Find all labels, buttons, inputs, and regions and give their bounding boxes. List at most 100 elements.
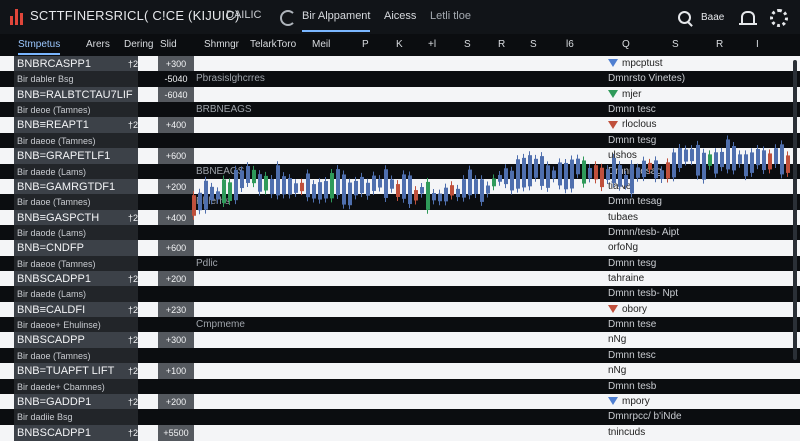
column-header-cell[interactable]: P	[362, 39, 369, 50]
note-text: mjer	[622, 88, 642, 100]
symbol-cell[interactable]: BNB≡GASPCTH	[14, 209, 138, 226]
symbol-cell[interactable]: Bir daeoe (Tamnes)	[14, 255, 138, 272]
column-header-cell[interactable]: Shmngr	[204, 39, 239, 50]
note-cell: nNg	[608, 332, 768, 348]
symbol-cell[interactable]: Bir daoe (Tamnes)	[14, 194, 138, 211]
symbol-cell[interactable]: BNB=RALBTCTAU7LIF	[14, 86, 138, 103]
note-text: Dmnn tesag	[608, 196, 662, 208]
column-header-cell[interactable]: K	[396, 39, 403, 50]
column-header-cell[interactable]: +l	[428, 39, 436, 50]
note-text: tubaes	[608, 211, 639, 223]
table-row[interactable]: BNB=CNDFP +600 orfoNg	[0, 240, 800, 257]
symbol-cell[interactable]: Bir dabler Bsg	[14, 71, 138, 88]
symbol-cell[interactable]: BNBSCADPP1	[14, 424, 138, 441]
table-row[interactable]: BNB=RALBTCTAU7LIF -6040 mjer	[0, 86, 800, 103]
symbol-cell[interactable]: BNBSCADPP1	[14, 271, 138, 288]
bell-icon[interactable]	[739, 11, 757, 25]
change-cell: +200	[158, 178, 194, 195]
table-row[interactable]: BNB=GADDP1 †2 +200 mpory	[0, 393, 800, 410]
column-header-cell[interactable]: TelarkToro	[250, 39, 296, 50]
note-cell: mpcptust	[608, 56, 768, 72]
search-icon[interactable]	[678, 11, 691, 24]
chart-annotation: Pbrasislghcrres	[196, 73, 265, 85]
column-header-cell[interactable]: Meil	[312, 39, 330, 50]
column-header-cell[interactable]: I	[756, 39, 759, 50]
table-subrow[interactable]: Bir daeoe (Tamnes) Dmnn tesg	[0, 132, 800, 149]
symbol-cell[interactable]: BNB=TUAPFT LIFT	[14, 363, 138, 380]
tab-aicess[interactable]: Aicess	[384, 10, 416, 22]
table-subrow[interactable]: Bir daede+ Cbamnes) Dmnn tesb	[0, 378, 800, 395]
note-text: tiaNe	[608, 180, 632, 192]
column-header-cell[interactable]: R	[716, 39, 723, 50]
symbol-cell[interactable]: BNB=GRAPETLF1	[14, 148, 138, 165]
note-cell: orfoNg	[608, 240, 768, 256]
column-header-cell[interactable]: Q	[622, 39, 630, 50]
table-subrow[interactable]: Bir daede (Lams) Dmnn tesb- Npt	[0, 286, 800, 303]
symbol-cell[interactable]: BNB=CNDFP	[14, 240, 138, 257]
triangle-marker-icon	[608, 120, 618, 129]
symbol-cell[interactable]: BNB≡CALDFI	[14, 301, 138, 318]
refresh-icon[interactable]	[280, 10, 296, 26]
table-row[interactable]: BNB≡GASPCTH †2 +400 tubaes	[0, 209, 800, 226]
tab-alppament[interactable]: Bir Alppament	[302, 10, 371, 32]
note-text: Dmnn/tesb- Aipt	[608, 226, 680, 238]
triangle-marker-icon	[608, 305, 618, 314]
symbol-cell[interactable]: BNBSCADPP	[14, 332, 138, 349]
column-header-cell[interactable]: Dering	[124, 39, 153, 50]
table-subrow[interactable]: Bir daoe (Tamnes) Phlerhs Dmnn tesag	[0, 194, 800, 211]
table-row[interactable]: BNB=GRAPETLF1 +600 ulshos	[0, 148, 800, 165]
change-cell: +100	[158, 363, 194, 380]
table-row[interactable]: BNB=TUAPFT LIFT †2 +100 nNg	[0, 363, 800, 380]
column-header-cell[interactable]: l6	[566, 39, 574, 50]
column-header-cell[interactable]: Slid	[160, 39, 177, 50]
table-row[interactable]: BNB=GAMRGTDF1 +200 tiaNe	[0, 178, 800, 195]
column-header-cell[interactable]: Stmpetus	[18, 39, 61, 55]
table-subrow[interactable]: Bir daede (Lams) BBNEAGS Dmnn tesag	[0, 163, 800, 180]
symbol-cell[interactable]: BNB≡REAPT1	[14, 117, 138, 134]
change-cell: +230	[158, 301, 194, 318]
gear-icon[interactable]	[770, 9, 788, 27]
column-header-cell[interactable]: S	[464, 39, 471, 50]
symbol-cell[interactable]: Bir daeoe (Tamnes)	[14, 132, 138, 149]
symbol-cell[interactable]: Bir daede (Lams)	[14, 163, 138, 180]
table-row[interactable]: BNBSCADPP1 †2 +5500 tnincuds	[0, 424, 800, 441]
table-subrow[interactable]: Bir dadiie Bsg Dmnrpcc/ b'iNde	[0, 409, 800, 426]
note-cell: Dmnrpcc/ b'iNde	[608, 409, 768, 425]
symbol-cell[interactable]: Bir daode (Lams)	[14, 224, 138, 241]
change-cell: +600	[158, 148, 194, 165]
note-text: Dmnn tese	[608, 319, 657, 331]
table-row[interactable]: BNB≡CALDFI †2 +230 obory	[0, 301, 800, 318]
table-row[interactable]: BNBSCADPP1 †2 +200 tahraine	[0, 271, 800, 288]
symbol-cell[interactable]: Bir dadiie Bsg	[14, 409, 138, 426]
vertical-scrollbar[interactable]	[793, 60, 797, 360]
table-subrow[interactable]: Bir daeoe+ Ehulinse) Cmpmeme Dmnn tese	[0, 317, 800, 334]
column-header-cell[interactable]: S	[530, 39, 537, 50]
tab-letli-tloe[interactable]: Letli tloe	[430, 10, 471, 22]
note-cell: Dmnn tesg	[608, 133, 768, 149]
note-text: orfoNg	[608, 242, 639, 254]
change-cell: +600	[158, 240, 194, 257]
symbol-cell[interactable]: BNB=GADDP1	[14, 393, 138, 410]
symbol-cell[interactable]: Bir daede+ Cbamnes)	[14, 378, 138, 395]
note-text: Dmnn tesag	[608, 165, 662, 177]
table-subrow[interactable]: Bir daeoe (Tamnes) Pdlic Dmnn tesg	[0, 255, 800, 272]
table-subrow[interactable]: Bir dabler Bsg -5040 Pbrasislghcrres Dmnrst…	[0, 71, 800, 88]
symbol-cell[interactable]: BNB=GAMRGTDF1	[14, 178, 138, 195]
symbol-cell[interactable]: Bir daeoe+ Ehulinse)	[14, 317, 138, 334]
note-cell: tahraine	[608, 271, 768, 287]
base-button[interactable]: Baae	[695, 9, 730, 27]
symbol-cell[interactable]: BNBRCASPP1	[14, 56, 138, 72]
symbol-cell[interactable]: Bir daoe (Tamnes)	[14, 347, 138, 364]
symbol-cell[interactable]: Bir deoe (Tamnes)	[14, 102, 138, 119]
table-subrow[interactable]: Bir daoe (Tamnes) Dmnn tesc	[0, 347, 800, 364]
table-row[interactable]: BNB≡REAPT1 †2 +400 rloclous	[0, 117, 800, 134]
column-header-cell[interactable]: R	[498, 39, 505, 50]
note-text: Dmnn tesb- Npt	[608, 288, 679, 300]
table-subrow[interactable]: Bir daode (Lams) Dmnn/tesb- Aipt	[0, 224, 800, 241]
table-row[interactable]: BNBSCADPP †2 +300 nNg	[0, 332, 800, 349]
column-header-cell[interactable]: Arers	[86, 39, 110, 50]
table-row[interactable]: BNBRCASPP1 †2 +300 mpcptust	[0, 56, 800, 72]
symbol-cell[interactable]: Bir daede (Lams)	[14, 286, 138, 303]
column-header-cell[interactable]: S	[672, 39, 679, 50]
table-subrow[interactable]: Bir deoe (Tamnes) BRBNEAGS Dmnn tesc	[0, 102, 800, 119]
